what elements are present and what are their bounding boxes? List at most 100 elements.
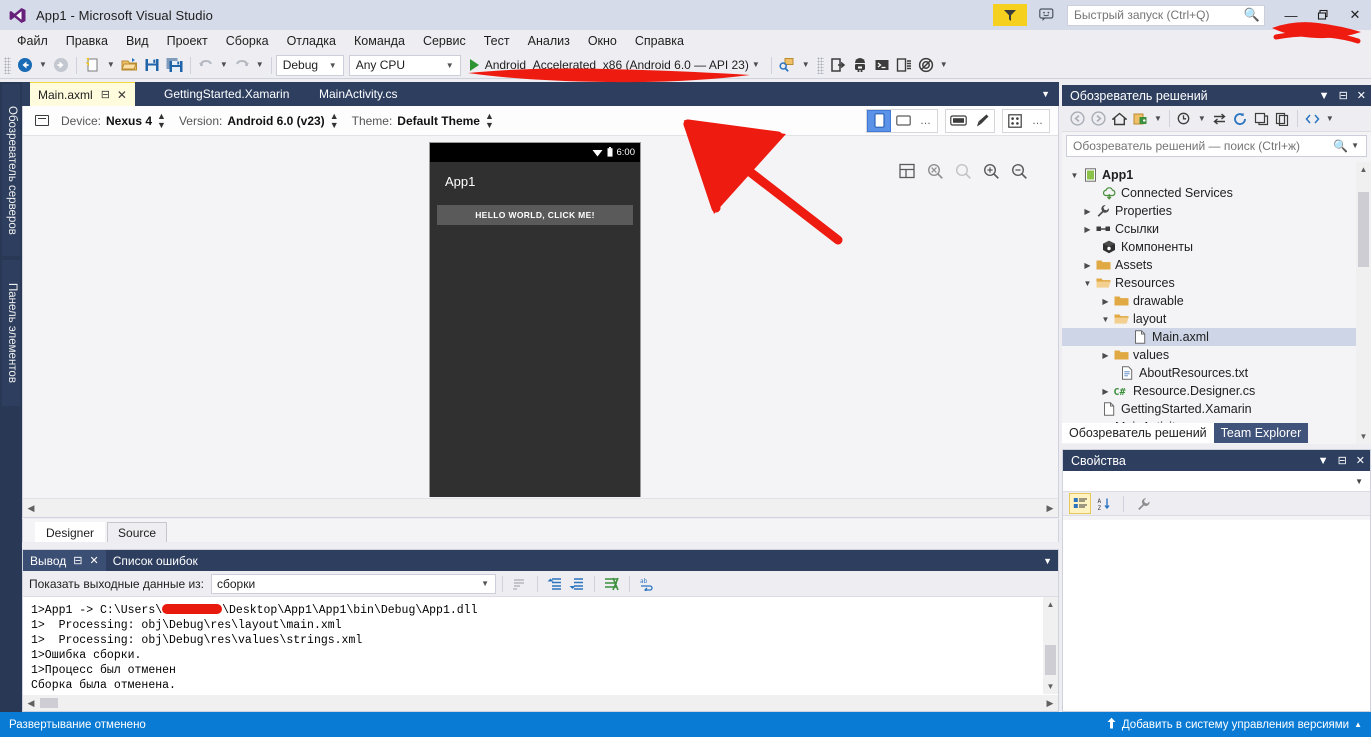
tree-node-properties[interactable]: ▶ Properties bbox=[1062, 202, 1371, 220]
scroll-down-icon[interactable]: ▼ bbox=[1043, 679, 1058, 694]
theme-brush-icon[interactable] bbox=[970, 110, 994, 132]
scroll-left-icon[interactable]: ◀ bbox=[23, 503, 39, 514]
device-log-icon[interactable] bbox=[893, 54, 915, 77]
menu-item-edit[interactable]: Правка bbox=[57, 31, 117, 51]
twisty-collapsed-icon[interactable]: ▶ bbox=[1099, 297, 1112, 306]
device-frame-icon[interactable] bbox=[946, 110, 970, 132]
solution-explorer-search[interactable]: 🔍 ▼ bbox=[1066, 135, 1367, 157]
solution-explorer-toolbar-overflow[interactable]: ▼ bbox=[1326, 114, 1334, 123]
android-toolbar-overflow[interactable]: ▼ bbox=[940, 61, 948, 69]
tree-node-resources[interactable]: ▼ Resources bbox=[1062, 274, 1371, 292]
navigate-back-icon[interactable] bbox=[14, 54, 36, 77]
properties-object-combo[interactable]: ▼ bbox=[1063, 471, 1370, 492]
pending-changes-icon[interactable] bbox=[1130, 108, 1151, 130]
device-spinner[interactable]: ▲ ▼ bbox=[157, 111, 166, 130]
twisty-collapsed-icon[interactable]: ▶ bbox=[1081, 225, 1094, 234]
tab-solution-explorer[interactable]: Обозреватель решений bbox=[1062, 423, 1214, 443]
open-file-icon[interactable] bbox=[118, 54, 141, 77]
tab-designer[interactable]: Designer bbox=[35, 522, 106, 542]
zoom-actual-size-icon[interactable] bbox=[926, 162, 944, 180]
chevron-up-icon[interactable]: ▲ bbox=[1354, 720, 1362, 729]
scroll-right-icon[interactable]: ▶ bbox=[1042, 503, 1058, 514]
show-all-files-icon[interactable] bbox=[1174, 108, 1195, 130]
tree-node-layout[interactable]: ▼ layout bbox=[1062, 310, 1371, 328]
new-project-icon[interactable] bbox=[81, 54, 104, 77]
tree-node-resource-designer-cs[interactable]: ▶ C# Resource.Designer.cs bbox=[1062, 382, 1371, 400]
tree-node-components[interactable]: Компоненты bbox=[1062, 238, 1371, 256]
scroll-up-icon[interactable]: ▲ bbox=[1043, 597, 1058, 612]
tab-main-axml[interactable]: Main.axml ⊟ ✕ bbox=[30, 82, 135, 106]
chevron-down-icon[interactable]: ▼ bbox=[1318, 455, 1329, 467]
collapse-all-icon[interactable] bbox=[1251, 108, 1272, 130]
zoom-in-icon[interactable] bbox=[982, 162, 1000, 180]
android-device-monitor-icon[interactable] bbox=[915, 54, 937, 77]
save-all-icon[interactable] bbox=[163, 54, 186, 77]
tree-node-main-axml[interactable]: Main.axml bbox=[1062, 328, 1371, 346]
tree-node-gettingstarted-xamarin[interactable]: GettingStarted.Xamarin bbox=[1062, 400, 1371, 418]
restore-button[interactable] bbox=[1307, 0, 1339, 30]
output-tabs-overflow[interactable]: ▼ bbox=[1043, 556, 1058, 566]
output-source-combo[interactable]: сборки ▼ bbox=[210, 573, 496, 594]
menu-item-debug[interactable]: Отладка bbox=[278, 31, 345, 51]
menu-item-analyze[interactable]: Анализ bbox=[519, 31, 579, 51]
version-value[interactable]: Android 6.0 (v23) bbox=[227, 114, 324, 128]
close-icon[interactable]: ✕ bbox=[90, 554, 99, 567]
scroll-thumb[interactable] bbox=[1358, 192, 1369, 267]
designer-horizontal-scrollbar[interactable]: ◀ ▶ bbox=[23, 498, 1058, 517]
device-value[interactable]: Nexus 4 bbox=[106, 114, 152, 128]
search-input[interactable] bbox=[1073, 139, 1334, 153]
scroll-right-icon[interactable]: ▶ bbox=[1042, 698, 1058, 709]
scroll-thumb[interactable] bbox=[40, 698, 58, 708]
solution-platform-combo[interactable]: Any CPU ▼ bbox=[348, 54, 461, 76]
sync-with-active-document-icon[interactable] bbox=[1209, 108, 1230, 130]
more-views-icon[interactable]: … bbox=[915, 115, 937, 127]
twisty-expanded-icon[interactable]: ▼ bbox=[1081, 279, 1094, 288]
properties-wrench-icon[interactable] bbox=[1132, 493, 1154, 514]
sidebar-tab-toolbox[interactable]: Панель элементов bbox=[2, 260, 20, 406]
start-target-dropdown[interactable]: ▼ bbox=[752, 61, 760, 69]
pin-icon[interactable]: ⊟ bbox=[101, 88, 110, 101]
version-spinner[interactable]: ▲ ▼ bbox=[330, 111, 339, 130]
device-deploy-icon[interactable] bbox=[827, 54, 849, 77]
menu-item-file[interactable]: Файл bbox=[8, 31, 57, 51]
designer-canvas[interactable]: 6:00 App1 HELLO WORLD, CLICK ME! bbox=[23, 137, 1058, 497]
portrait-view-icon[interactable] bbox=[867, 109, 891, 132]
sdk-tools-overflow[interactable]: ▼ bbox=[802, 61, 810, 69]
quick-launch-input[interactable] bbox=[1074, 8, 1244, 22]
tab-mainactivity-cs[interactable]: MainActivity.cs bbox=[311, 82, 405, 106]
twisty-collapsed-icon[interactable]: ▶ bbox=[1081, 207, 1094, 216]
solution-configuration-combo[interactable]: Debug ▼ bbox=[275, 54, 344, 76]
chevron-down-icon[interactable]: ▼ bbox=[1154, 114, 1162, 123]
tab-error-list[interactable]: Список ошибок bbox=[106, 550, 205, 571]
toolbar-grip[interactable] bbox=[4, 56, 11, 74]
navigate-back-dropdown[interactable]: ▼ bbox=[39, 61, 47, 69]
tree-node-connected-services[interactable]: Connected Services bbox=[1062, 184, 1371, 202]
tree-node-aboutresources-txt[interactable]: AboutResources.txt bbox=[1062, 364, 1371, 382]
home-icon[interactable] bbox=[1109, 108, 1130, 130]
solution-explorer-scrollbar[interactable]: ▲ ▼ bbox=[1356, 162, 1371, 444]
close-button[interactable]: ✕ bbox=[1339, 0, 1371, 30]
properties-grid[interactable] bbox=[1063, 520, 1370, 711]
quick-launch-box[interactable]: 🔍 bbox=[1067, 4, 1265, 26]
twisty-collapsed-icon[interactable]: ▶ bbox=[1099, 387, 1112, 396]
twisty-expanded-icon[interactable]: ▼ bbox=[1068, 171, 1081, 180]
close-icon[interactable]: ✕ bbox=[117, 88, 127, 102]
pin-icon[interactable]: ⊟ bbox=[1339, 89, 1348, 102]
device-preview[interactable]: 6:00 App1 HELLO WORLD, CLICK ME! bbox=[429, 142, 641, 497]
go-to-next-message-icon[interactable] bbox=[566, 573, 588, 594]
menu-item-help[interactable]: Справка bbox=[626, 31, 693, 51]
search-icon[interactable]: 🔍 bbox=[1333, 139, 1348, 153]
menu-item-view[interactable]: Вид bbox=[117, 31, 158, 51]
zoom-reset-icon[interactable] bbox=[954, 162, 972, 180]
tab-gettingstarted-xamarin[interactable]: GettingStarted.Xamarin bbox=[156, 82, 297, 106]
output-horizontal-scrollbar[interactable]: ◀ ▶ bbox=[23, 695, 1058, 711]
scroll-up-icon[interactable]: ▲ bbox=[1356, 162, 1371, 177]
menu-item-test[interactable]: Тест bbox=[475, 31, 519, 51]
new-project-dropdown[interactable]: ▼ bbox=[107, 61, 115, 69]
view-code-icon[interactable] bbox=[1302, 108, 1323, 130]
start-debugging-button[interactable]: Android_Accelerated_x86 (Android 6.0 — A… bbox=[466, 54, 767, 77]
fit-to-window-icon[interactable] bbox=[898, 162, 916, 180]
menu-item-window[interactable]: Окно bbox=[579, 31, 626, 51]
sidebar-tab-server-explorer[interactable]: Обозреватель серверов bbox=[2, 84, 20, 256]
twisty-expanded-icon[interactable]: ▼ bbox=[1099, 315, 1112, 324]
